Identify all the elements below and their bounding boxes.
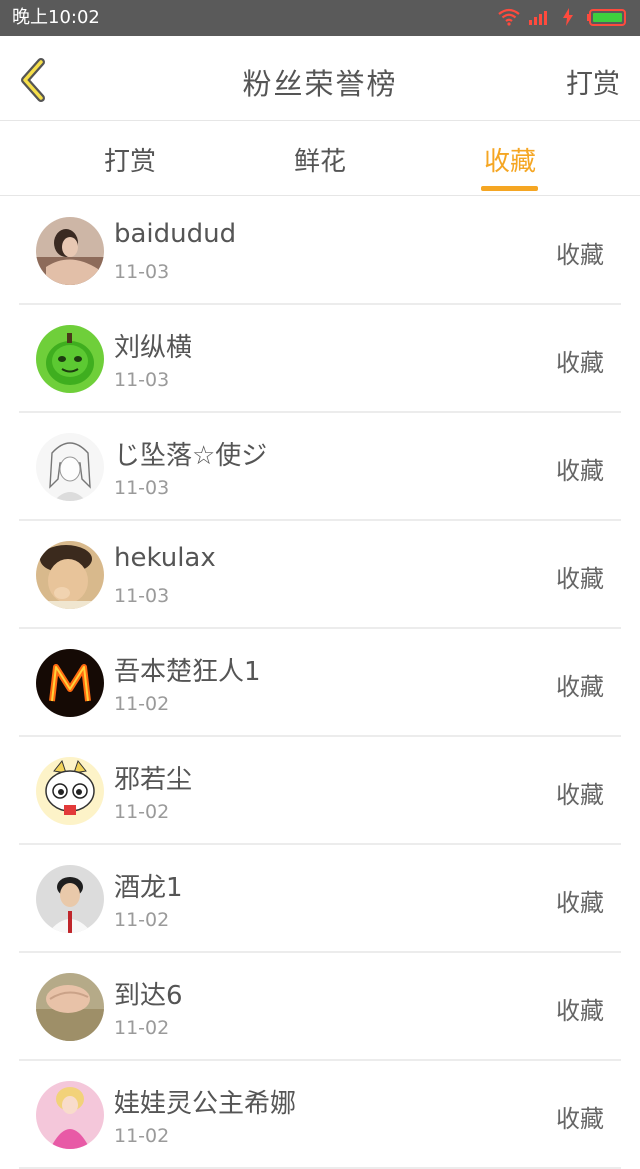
favorite-label: 收藏 [556, 673, 604, 701]
user-name: 刘纵横 [114, 333, 193, 363]
active-tab-indicator [481, 186, 538, 191]
user-name: 吾本楚狂人1 [114, 657, 261, 687]
avatar [36, 541, 104, 609]
item-date: 11-03 [114, 261, 170, 283]
list-item[interactable]: 吾本楚狂人1 11-02 收藏 [19, 629, 621, 737]
item-date: 11-03 [114, 477, 170, 499]
avatar [36, 217, 104, 285]
user-name: じ坠落☆使ジ [114, 441, 268, 471]
favorite-label: 收藏 [556, 997, 604, 1025]
avatar [36, 433, 104, 501]
tab-bar: 打赏 鲜花 收藏 [0, 121, 640, 196]
charging-icon [563, 8, 573, 26]
item-date: 11-02 [114, 909, 170, 931]
user-name: 酒龙1 [114, 873, 183, 903]
reward-button[interactable]: 打赏 [566, 62, 620, 101]
favorite-label: 收藏 [556, 565, 604, 593]
page-title: 粉丝荣誉榜 [242, 67, 398, 101]
user-name: hekulax [114, 543, 216, 573]
list-item[interactable]: hekulax 11-03 收藏 [19, 521, 621, 629]
tab-flowers[interactable]: 鲜花 [260, 141, 380, 178]
favorite-label: 收藏 [556, 781, 604, 809]
battery-icon [587, 9, 626, 26]
user-name: 到达6 [114, 981, 183, 1011]
list-item[interactable]: 刘纵横 11-03 收藏 [19, 305, 621, 413]
user-name: 邪若尘 [114, 765, 193, 795]
header-bar: 粉丝荣誉榜 打赏 [0, 36, 640, 121]
list-item[interactable]: 邪若尘 11-02 收藏 [19, 737, 621, 845]
list-item[interactable]: 到达6 11-02 收藏 [19, 953, 621, 1061]
user-name: baidudud [114, 219, 237, 249]
user-name: 娃娃灵公主希娜 [114, 1089, 297, 1119]
favorite-label: 收藏 [556, 889, 604, 917]
tab-favorites[interactable]: 收藏 [450, 141, 570, 178]
item-date: 11-02 [114, 693, 170, 715]
status-time: 晚上10:02 [12, 7, 100, 28]
status-bar: 晚上10:02 [0, 0, 640, 36]
wifi-icon [498, 8, 520, 26]
signal-icon [529, 11, 547, 25]
list-item[interactable]: 酒龙1 11-02 收藏 [19, 845, 621, 953]
item-date: 11-02 [114, 1125, 170, 1147]
item-date: 11-02 [114, 801, 170, 823]
avatar [36, 973, 104, 1041]
fans-list: baidudud 11-03 收藏 刘纵横 11-03 收藏 じ坠落☆使ジ 11… [0, 197, 640, 1169]
favorite-label: 收藏 [556, 349, 604, 377]
tab-reward[interactable]: 打赏 [70, 141, 190, 178]
avatar [36, 1081, 104, 1149]
favorite-label: 收藏 [556, 241, 604, 269]
item-date: 11-03 [114, 369, 170, 391]
avatar [36, 325, 104, 393]
avatar [36, 757, 104, 825]
favorite-label: 收藏 [556, 1105, 604, 1133]
list-item[interactable]: じ坠落☆使ジ 11-03 收藏 [19, 413, 621, 521]
avatar [36, 649, 104, 717]
favorite-label: 收藏 [556, 457, 604, 485]
avatar [36, 865, 104, 933]
list-item[interactable]: 娃娃灵公主希娜 11-02 收藏 [19, 1061, 621, 1169]
item-date: 11-03 [114, 585, 170, 607]
item-date: 11-02 [114, 1017, 170, 1039]
list-item[interactable]: baidudud 11-03 收藏 [19, 197, 621, 305]
